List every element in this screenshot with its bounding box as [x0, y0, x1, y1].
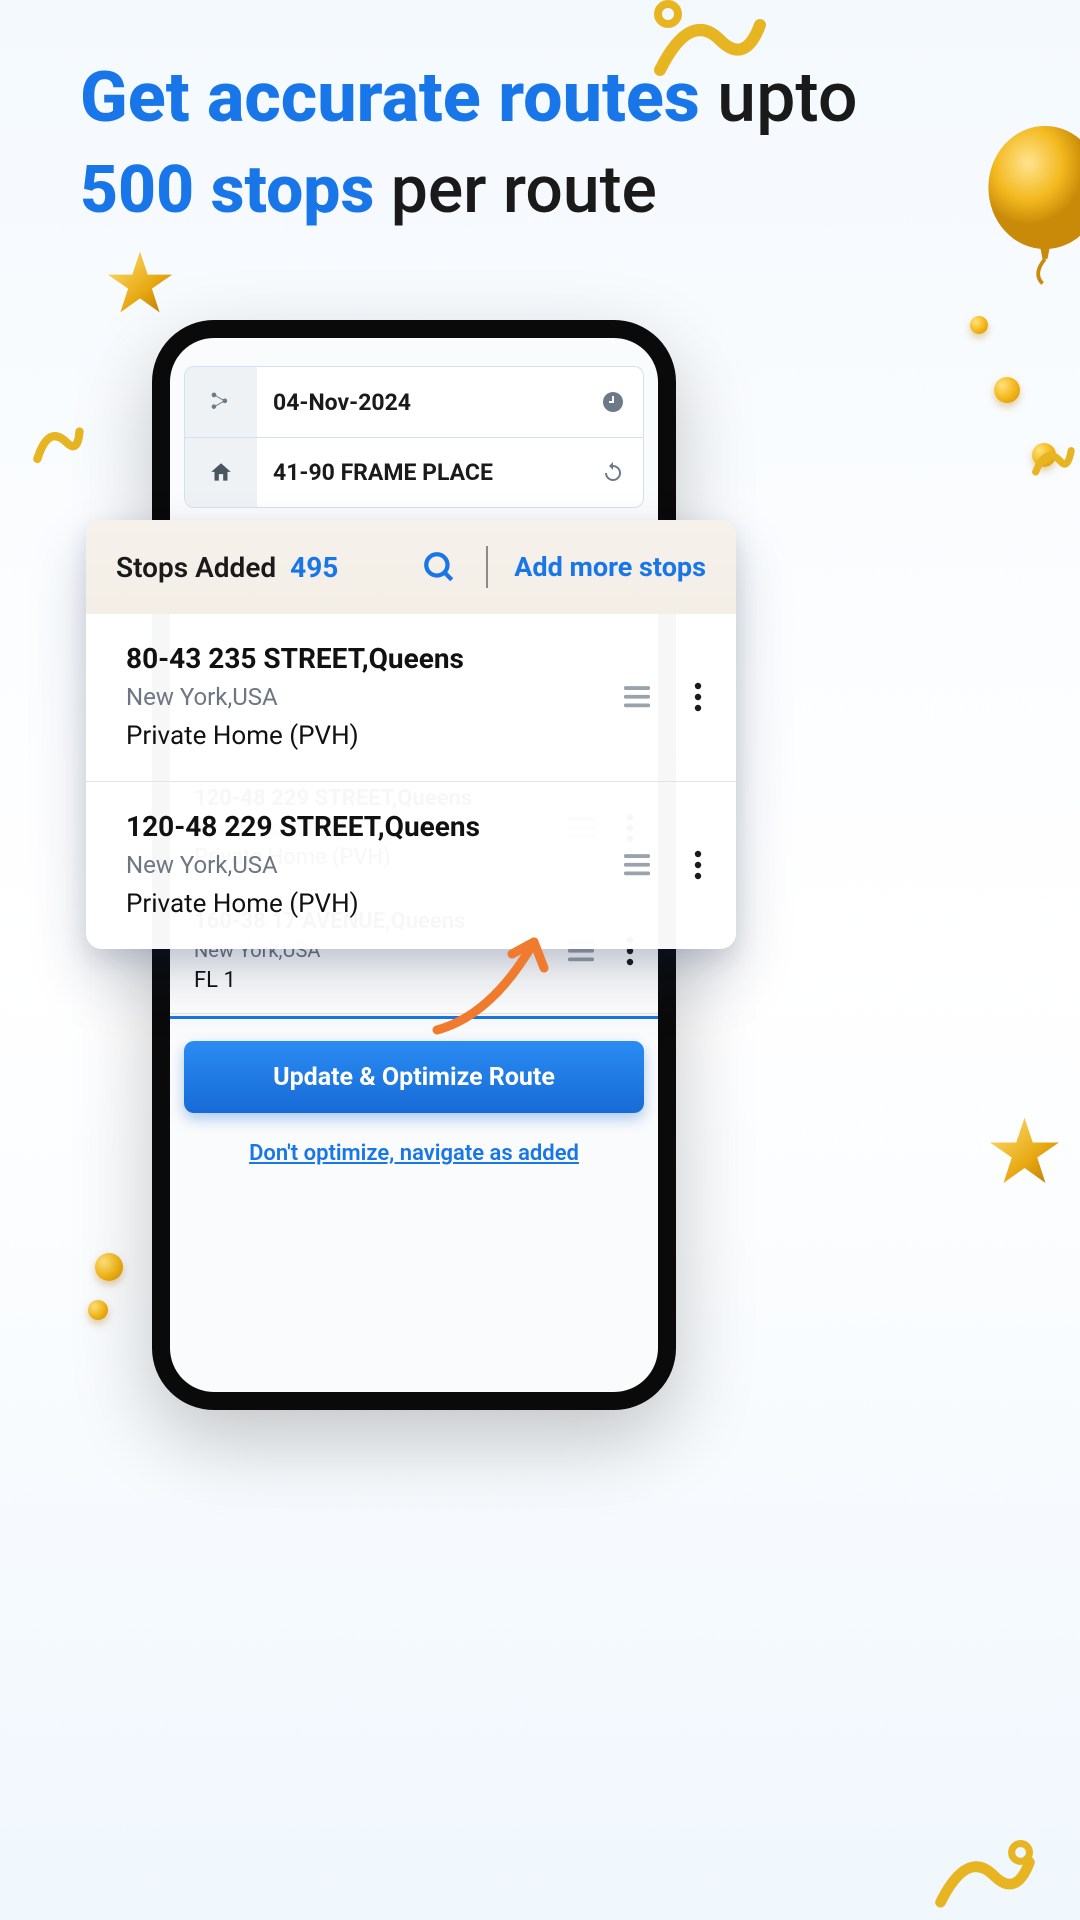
stop-sub: New York,USA	[126, 851, 614, 879]
drag-handle-icon[interactable]	[624, 686, 650, 708]
update-optimize-button[interactable]: Update & Optimize Route	[184, 1041, 644, 1113]
route-icon	[185, 367, 257, 437]
stop-category: Private Home (PVH)	[126, 889, 614, 919]
confetti-streamer-icon	[30, 415, 85, 470]
headline: Get accurate routes upto 500 stops per r…	[80, 60, 1000, 228]
stop-item[interactable]: 80-43 235 STREET,Queens New York,USA Pri…	[86, 614, 736, 781]
route-header-card: 04-Nov-2024 41-90 FRAME PLACE	[184, 366, 644, 508]
callout-arrow-icon	[422, 920, 562, 1040]
add-more-stops-link[interactable]: Add more stops	[514, 551, 706, 583]
stop-category: Private Home (PVH)	[126, 721, 614, 751]
confetti-streamer-icon	[1030, 440, 1075, 480]
confetti-streamer-icon	[930, 1840, 1040, 1920]
headline-rest-1: upto	[700, 57, 858, 139]
stop-title: 80-43 235 STREET,Queens	[126, 642, 614, 675]
stop-title: 120-48 229 STREET,Queens	[126, 810, 614, 843]
drag-handle-icon[interactable]	[624, 854, 650, 876]
start-location-row[interactable]: 41-90 FRAME PLACE	[185, 437, 643, 507]
headline-bold-2: 500 stops	[80, 152, 374, 229]
stop-sub: New York,USA	[126, 683, 614, 711]
stops-count: 495	[290, 551, 338, 584]
primary-button-label: Update & Optimize Route	[273, 1063, 555, 1092]
confetti-dot-icon	[1032, 443, 1056, 467]
confetti-dot-icon	[88, 1300, 108, 1320]
star-icon	[105, 248, 175, 318]
refresh-icon[interactable]	[583, 461, 643, 485]
secondary-link-label: Don't optimize, navigate as added	[249, 1141, 579, 1166]
confetti-dot-icon	[994, 377, 1020, 403]
navigate-as-added-link[interactable]: Don't optimize, navigate as added	[184, 1141, 644, 1166]
star-icon	[987, 1114, 1062, 1189]
kebab-menu-icon[interactable]	[694, 850, 702, 880]
search-icon[interactable]	[422, 550, 456, 584]
divider	[486, 546, 488, 588]
home-icon	[185, 438, 257, 507]
date-row[interactable]: 04-Nov-2024	[185, 367, 643, 437]
stops-overlay-card: Stops Added 495 Add more stops 80-43 235…	[86, 520, 736, 949]
kebab-menu-icon[interactable]	[694, 682, 702, 712]
headline-rest-2: per route	[374, 152, 657, 229]
stops-header: Stops Added 495 Add more stops	[86, 520, 736, 614]
headline-bold-1: Get accurate routes	[80, 57, 700, 139]
confetti-dot-icon	[95, 1253, 123, 1281]
start-location-value: 41-90 FRAME PLACE	[257, 459, 583, 486]
clock-icon[interactable]	[583, 390, 643, 414]
stops-added-label: Stops Added	[116, 551, 276, 584]
confetti-dot-icon	[970, 316, 988, 334]
stop-item[interactable]: 120-48 229 STREET,Queens New York,USA Pr…	[86, 781, 736, 949]
date-value: 04-Nov-2024	[257, 389, 583, 416]
